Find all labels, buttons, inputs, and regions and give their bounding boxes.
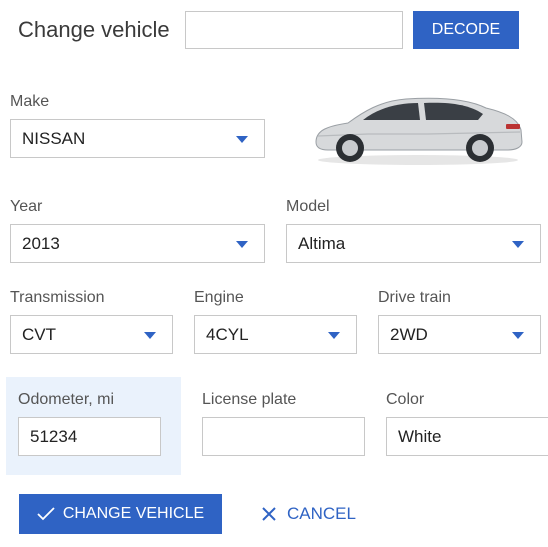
color-label: Color: [386, 391, 425, 408]
cancel-label: CANCEL: [287, 504, 356, 523]
drive-train-value: 2WD: [390, 324, 428, 344]
vin-input[interactable]: [185, 11, 403, 49]
car-image: [315, 97, 523, 165]
year-select[interactable]: 2013: [10, 224, 265, 263]
license-plate-label: License plate: [202, 391, 297, 408]
drive-train-label: Drive train: [378, 289, 451, 306]
close-icon: [262, 507, 276, 521]
color-input[interactable]: White: [386, 417, 548, 456]
transmission-label: Transmission: [10, 289, 105, 306]
decode-button[interactable]: DECODE: [413, 11, 519, 49]
drive-train-select[interactable]: 2WD: [378, 315, 541, 354]
page-title: Change vehicle: [18, 17, 170, 42]
engine-value: 4CYL: [206, 324, 249, 344]
change-vehicle-button[interactable]: CHANGE VEHICLE: [19, 494, 222, 534]
engine-select[interactable]: 4CYL: [194, 315, 357, 354]
chevron-down-icon: [512, 331, 524, 339]
transmission-value: CVT: [22, 324, 56, 344]
check-icon: [37, 507, 55, 521]
model-select[interactable]: Altima: [286, 224, 541, 263]
chevron-down-icon: [236, 240, 248, 248]
chevron-down-icon: [144, 331, 156, 339]
change-vehicle-label: CHANGE VEHICLE: [62, 505, 205, 522]
make-label: Make: [10, 93, 50, 110]
license-plate-input[interactable]: [202, 417, 365, 456]
chevron-down-icon: [236, 135, 248, 143]
model-label: Model: [286, 198, 330, 215]
chevron-down-icon: [328, 331, 340, 339]
make-value: NISSAN: [22, 128, 86, 148]
odometer-input[interactable]: 51234: [18, 417, 161, 456]
color-value: White: [398, 426, 442, 446]
year-label: Year: [10, 198, 43, 215]
odometer-value: 51234: [30, 426, 78, 446]
model-value: Altima: [298, 233, 346, 253]
odometer-label: Odometer, mi: [18, 391, 115, 408]
cancel-button[interactable]: CANCEL: [261, 502, 356, 526]
make-select[interactable]: NISSAN: [10, 119, 265, 158]
engine-label: Engine: [194, 289, 244, 306]
chevron-down-icon: [512, 240, 524, 248]
transmission-select[interactable]: CVT: [10, 315, 173, 354]
year-value: 2013: [22, 233, 60, 253]
